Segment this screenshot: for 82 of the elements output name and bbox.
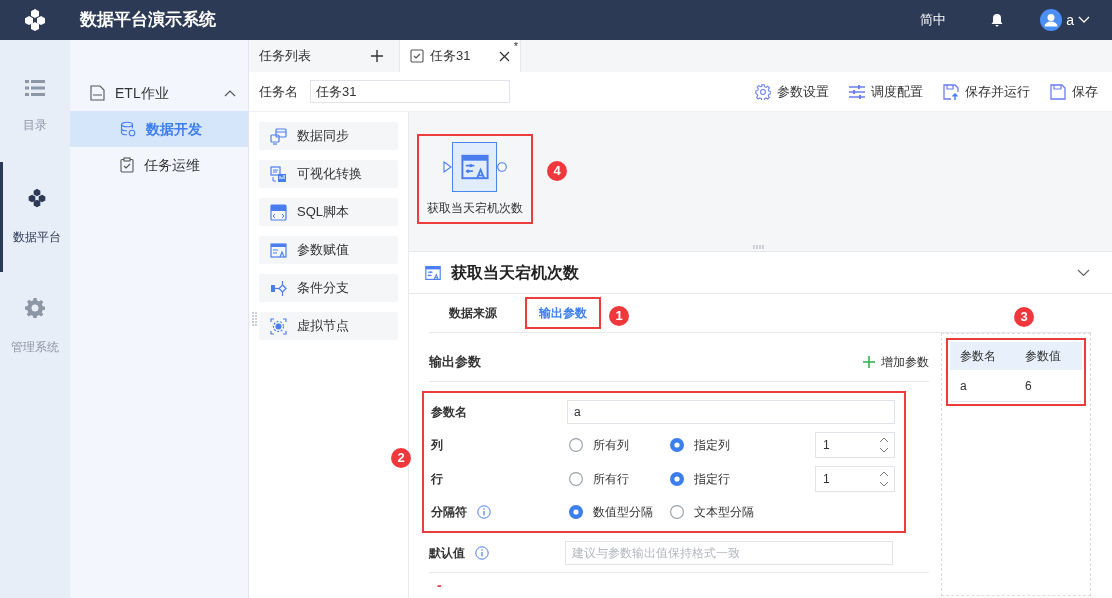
palette-item[interactable]: 虚拟节点 bbox=[259, 312, 398, 340]
field-label: 参数名 bbox=[431, 403, 467, 421]
sync-icon bbox=[270, 127, 287, 145]
save-upload-icon bbox=[943, 83, 959, 100]
annotation-badge: 1 bbox=[609, 306, 629, 326]
palette-item[interactable]: 参数赋值 bbox=[259, 236, 398, 264]
annotation-badge: 4 bbox=[547, 161, 567, 181]
flow-node[interactable] bbox=[443, 142, 507, 192]
tab[interactable]: 数据来源 bbox=[437, 297, 509, 329]
node-label: 获取当天宕机次数 bbox=[427, 200, 523, 217]
cubes-logo-icon bbox=[23, 8, 47, 32]
task-name-label: 任务名 bbox=[259, 82, 298, 101]
clipboard-check-icon bbox=[120, 157, 134, 173]
radio-option[interactable]: 指定列 bbox=[670, 436, 771, 455]
field-label: 列 bbox=[431, 437, 443, 455]
radio-option[interactable]: 文本型分隔 bbox=[670, 503, 771, 522]
text-field[interactable]: 建议与参数输出值保持格式一致 bbox=[565, 540, 893, 565]
branch-icon bbox=[270, 279, 287, 297]
list-icon bbox=[25, 80, 45, 96]
form-window-icon bbox=[425, 264, 441, 281]
spinner-arrows-icon[interactable] bbox=[879, 470, 889, 487]
avatar-icon bbox=[1040, 9, 1063, 31]
tab[interactable]: 任务列表 bbox=[249, 40, 399, 72]
settings-icon bbox=[25, 298, 45, 318]
toolbar-button[interactable]: 保存并运行 bbox=[943, 81, 1030, 102]
plus-icon bbox=[863, 355, 875, 368]
resize-handle-icon[interactable] bbox=[753, 245, 765, 249]
palette-item[interactable]: SQL脚本 bbox=[259, 198, 398, 226]
modified-mark: * bbox=[513, 41, 518, 52]
language-link[interactable]: 简中 bbox=[920, 10, 947, 30]
chart-window-icon bbox=[270, 165, 287, 183]
palette-item[interactable]: 数据同步 bbox=[259, 122, 398, 150]
spinner-arrows-icon[interactable] bbox=[879, 437, 889, 454]
plus-icon[interactable] bbox=[371, 50, 383, 62]
radio-option[interactable]: 所有行 bbox=[569, 469, 670, 488]
tab[interactable]: 任务31 * bbox=[399, 40, 521, 72]
table-cell-text: a bbox=[959, 377, 968, 395]
form-window-icon bbox=[460, 153, 489, 181]
text-field[interactable]: a bbox=[567, 399, 895, 424]
table-cell-text: 6 bbox=[1024, 377, 1033, 395]
number-field[interactable]: 1 bbox=[815, 465, 895, 492]
field-label: 默认值 bbox=[429, 544, 465, 562]
output-port-icon bbox=[497, 162, 507, 172]
drag-handle-icon[interactable] bbox=[252, 312, 257, 326]
field-label: 分隔符 bbox=[431, 504, 467, 522]
chevron-down-icon[interactable] bbox=[1077, 268, 1090, 277]
column-header: 参数值 bbox=[1024, 348, 1062, 365]
radio-option[interactable]: 指定行 bbox=[670, 469, 771, 488]
target-icon bbox=[270, 317, 287, 335]
database-icon bbox=[120, 121, 136, 137]
app-title: 数据平台演示系统 bbox=[80, 9, 216, 32]
toolbar-button[interactable]: 保存 bbox=[1050, 81, 1098, 102]
add-parameter-button[interactable]: 增加参数 bbox=[863, 352, 929, 371]
number-field[interactable]: 1 bbox=[815, 432, 895, 459]
panel-title: 获取当天宕机次数 bbox=[451, 262, 579, 283]
field-label: 行 bbox=[431, 470, 443, 488]
settings-icon bbox=[755, 83, 771, 100]
radio-option[interactable]: 数值型分隔 bbox=[569, 503, 670, 522]
palette-item[interactable]: 可视化转换 bbox=[259, 160, 398, 188]
close-icon[interactable] bbox=[499, 50, 510, 62]
bell-icon[interactable] bbox=[990, 13, 1005, 27]
save-icon bbox=[1050, 83, 1066, 100]
palette-item[interactable]: 条件分支 bbox=[259, 274, 398, 302]
form-window-icon bbox=[270, 241, 287, 259]
task-name-field[interactable]: 任务31 bbox=[310, 80, 510, 103]
cubes-icon bbox=[26, 188, 47, 208]
column-header: 参数名 bbox=[959, 348, 997, 365]
sliders-icon bbox=[849, 84, 865, 99]
sidebar-group[interactable]: ETL作业 bbox=[70, 75, 248, 111]
radio-option[interactable]: 所有列 bbox=[569, 436, 670, 455]
chevron-up-icon bbox=[224, 89, 236, 97]
toolbar-button[interactable]: 参数设置 bbox=[755, 81, 829, 102]
clipboard-check-icon bbox=[410, 49, 424, 63]
section-title: 输出参数 bbox=[429, 352, 481, 371]
toolbar-button[interactable]: 调度配置 bbox=[849, 81, 923, 102]
document-icon bbox=[90, 85, 105, 101]
annotation-badge: 3 bbox=[1014, 307, 1034, 327]
code-window-icon bbox=[270, 203, 287, 221]
chevron-down-icon bbox=[1078, 16, 1090, 24]
user-menu[interactable]: a bbox=[1040, 9, 1090, 31]
sidebar-item[interactable]: 任务运维 bbox=[70, 147, 248, 183]
remove-parameter-link[interactable]: - bbox=[437, 575, 442, 596]
